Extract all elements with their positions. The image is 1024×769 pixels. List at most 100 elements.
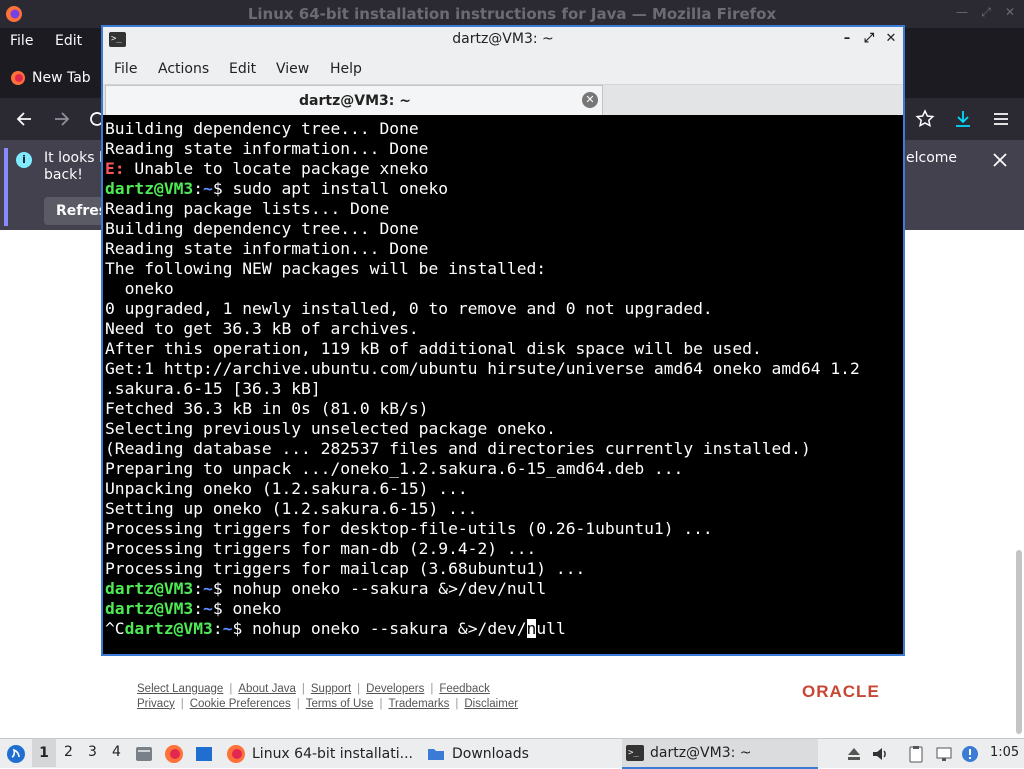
terminal-text: dartz@VM3	[105, 599, 194, 618]
terminal-titlebar[interactable]: >_ dartz@VM3: ~ – ⤢ ✕	[103, 27, 903, 53]
clipboard-icon[interactable]	[906, 744, 926, 764]
footer-link-feedback[interactable]: Feedback	[439, 683, 490, 695]
footer-link-disclaimer[interactable]: Disclaimer	[464, 698, 518, 710]
menu-help[interactable]: Help	[330, 61, 362, 77]
terminal-text: ~	[203, 599, 213, 618]
terminal-text: :	[193, 599, 204, 618]
footer-link-select-language[interactable]: Select Language	[137, 683, 223, 695]
page-footer: Select Language | About Java | Support | De…	[137, 681, 518, 711]
terminal-text: (Reading database ... 282537 files and d…	[105, 439, 811, 458]
minimize-icon[interactable]: —	[954, 4, 970, 20]
volume-icon[interactable]	[870, 744, 890, 764]
terminal-line: ^Cdartz@VM3:~$ nohup oneko --sakura &>/d…	[105, 619, 903, 639]
downloads-icon[interactable]	[952, 108, 974, 130]
terminal-text: The following NEW packages will be insta…	[105, 259, 547, 278]
terminal-text: E:	[105, 159, 125, 178]
terminal-text: Preparing to unpack .../oneko_1.2.sakura…	[105, 459, 684, 478]
menu-view[interactable]: View	[276, 61, 309, 77]
notification-close-icon[interactable]	[990, 150, 1010, 170]
eject-icon[interactable]	[844, 744, 864, 764]
oracle-logo[interactable]: ORACLE	[802, 682, 880, 702]
firefox-titlebar[interactable]: Linux 64-bit installation instructions f…	[0, 0, 1024, 28]
network-icon[interactable]	[934, 744, 954, 764]
close-icon[interactable]: ✕	[883, 31, 899, 47]
terminal-text: Reading state information... Done	[105, 239, 429, 258]
task-terminal[interactable]: >_ dartz@VM3: ~	[622, 739, 818, 769]
terminal-line: Building dependency tree... Done	[105, 219, 903, 239]
terminal-text: Unable to locate package xneko	[124, 159, 429, 178]
terminal-line: 0 upgraded, 1 newly installed, 0 to remo…	[105, 299, 903, 319]
menu-file[interactable]: File	[114, 61, 137, 77]
terminal-line: dartz@VM3:~$ oneko	[105, 599, 903, 619]
close-icon[interactable]: ✕	[1002, 4, 1018, 20]
taskbar: 1 2 3 4 Linux 64-bit installati... Downl…	[0, 738, 1024, 769]
file-manager-icon[interactable]	[134, 744, 154, 764]
task-downloads[interactable]: Downloads	[422, 739, 618, 769]
refresh-button[interactable]: Refres	[44, 197, 104, 225]
menu-actions[interactable]: Actions	[158, 61, 209, 77]
maximize-icon[interactable]: ⤢	[978, 4, 994, 20]
footer-link-trademarks[interactable]: Trademarks	[388, 698, 449, 710]
task-terminal-label: dartz@VM3: ~	[650, 745, 752, 761]
clock[interactable]: 1:05	[990, 745, 1019, 760]
workspace-3[interactable]: 3	[88, 744, 97, 760]
footer-separator: |	[180, 697, 184, 710]
terminal-text: ~	[203, 579, 213, 598]
terminal-text: dartz@VM3	[105, 179, 194, 198]
show-desktop-icon[interactable]	[194, 744, 214, 764]
menu-edit[interactable]: Edit	[229, 61, 256, 77]
terminal-text: ull	[536, 619, 566, 638]
workspace-1[interactable]: 1	[32, 739, 56, 767]
terminal-text: After this operation, 119 kB of addition…	[105, 339, 762, 358]
footer-row-1: Select Language | About Java | Support | De…	[137, 681, 518, 696]
terminal-text: Fetched 36.3 kB in 0s (81.0 kB/s)	[105, 399, 429, 418]
forward-icon[interactable]	[50, 108, 72, 130]
terminal-window-controls: – ⤢ ✕	[839, 31, 899, 47]
updates-icon[interactable]	[960, 744, 980, 764]
footer-link-cookie-preferences[interactable]: Cookie Preferences	[190, 698, 291, 710]
footer-link-about-java[interactable]: About Java	[238, 683, 296, 695]
page-scrollbar-thumb[interactable]	[1016, 550, 1022, 734]
terminal-text: Processing triggers for mailcap (3.68ubu…	[105, 559, 586, 578]
footer-link-terms-of-use[interactable]: Terms of Use	[306, 698, 374, 710]
terminal-text: :	[212, 619, 223, 638]
menu-edit[interactable]: Edit	[55, 33, 82, 49]
terminal-menubar: File Actions Edit View Help	[103, 53, 903, 85]
terminal-line: Preparing to unpack .../oneko_1.2.sakura…	[105, 459, 903, 479]
terminal-line: Need to get 36.3 kB of archives.	[105, 319, 903, 339]
terminal-text: Building dependency tree... Done	[105, 119, 419, 138]
bookmark-star-icon[interactable]	[914, 108, 936, 130]
menu-file[interactable]: File	[10, 33, 33, 49]
notification-text-line2: back!	[44, 167, 83, 183]
tab-close-icon[interactable]: ✕	[582, 92, 598, 108]
terminal-tab[interactable]: dartz@VM3: ~ ✕	[105, 85, 603, 115]
terminal-line: Building dependency tree... Done	[105, 119, 903, 139]
terminal-text: Get:1 http://archive.ubuntu.com/ubuntu h…	[105, 359, 860, 378]
hamburger-menu-icon[interactable]	[990, 108, 1012, 130]
terminal-text: Processing triggers for desktop-file-uti…	[105, 519, 713, 538]
firefox-task-icon	[227, 745, 245, 763]
tab-new-tab[interactable]: New Tab	[4, 62, 99, 94]
footer-separator: |	[357, 682, 361, 695]
terminal-text: dartz@VM3	[124, 619, 213, 638]
workspace-4[interactable]: 4	[112, 744, 121, 760]
terminal-task-icon: >_	[626, 745, 644, 761]
notification-text-right: elcome	[906, 150, 958, 166]
terminal-output[interactable]: Building dependency tree... Done Reading …	[103, 117, 903, 654]
footer-link-support[interactable]: Support	[311, 683, 351, 695]
workspace-2[interactable]: 2	[64, 744, 73, 760]
terminal-text: Need to get 36.3 kB of archives.	[105, 319, 419, 338]
firefox-window-title: Linux 64-bit installation instructions f…	[247, 5, 777, 23]
footer-link-developers[interactable]: Developers	[366, 683, 424, 695]
info-icon: i	[16, 152, 32, 168]
back-icon[interactable]	[14, 108, 36, 130]
minimize-icon[interactable]: –	[839, 31, 855, 47]
terminal-text: $ sudo apt install oneko	[212, 179, 449, 198]
firefox-launcher-icon[interactable]	[164, 744, 184, 764]
maximize-icon[interactable]: ⤢	[861, 31, 877, 47]
terminal-line: .sakura.6-15 [36.3 kB]	[105, 379, 903, 399]
footer-link-privacy[interactable]: Privacy	[137, 698, 175, 710]
task-firefox[interactable]: Linux 64-bit installati...	[222, 739, 418, 769]
app-menu-icon[interactable]	[6, 744, 26, 764]
notification-text: It looks l back!	[44, 150, 104, 184]
